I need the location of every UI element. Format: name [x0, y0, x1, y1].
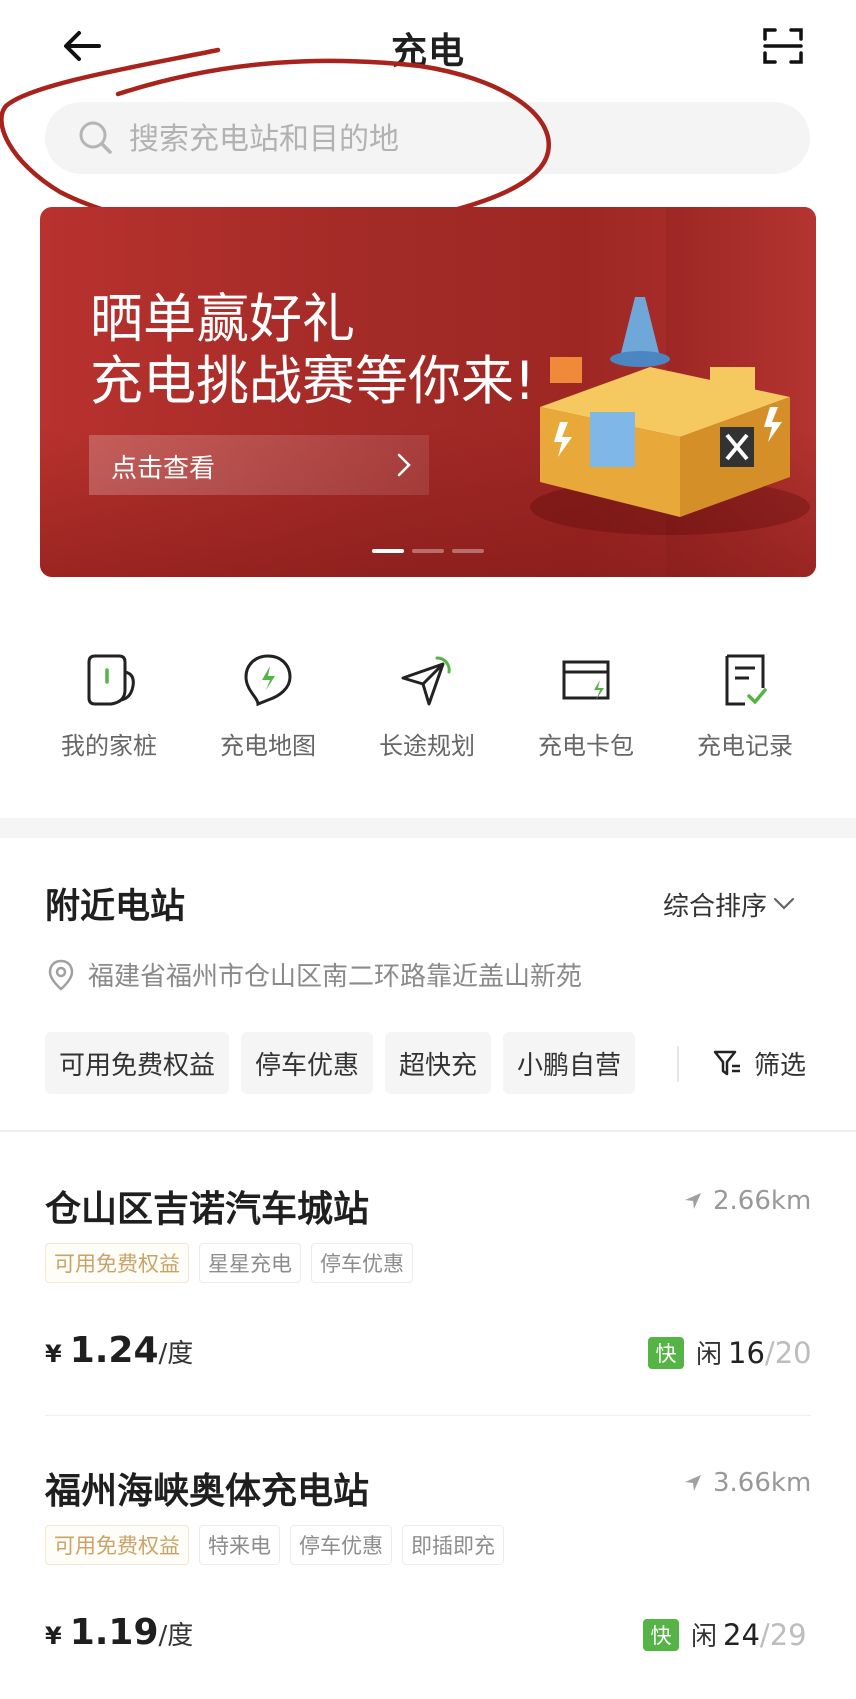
home-charger-icon	[87, 654, 135, 706]
station-tag: 停车优惠	[311, 1243, 413, 1283]
nearby-section-title: 附近电站	[45, 887, 186, 927]
shortcut-charge-record[interactable]: 充电记录	[675, 650, 815, 770]
price-currency: ¥	[45, 1622, 62, 1650]
shortcut-label: 长途规划	[379, 732, 475, 760]
sort-label: 综合排序	[663, 891, 768, 922]
banner-pagination	[372, 549, 484, 553]
banner-view-button[interactable]: 点击查看	[89, 435, 429, 495]
page-title: 充电	[390, 31, 465, 72]
price-value: 1.24	[69, 1330, 159, 1371]
station-tag: 可用免费权益	[45, 1525, 189, 1565]
sort-dropdown[interactable]: 综合排序	[663, 884, 795, 924]
station-tag: 停车优惠	[290, 1525, 392, 1565]
filter-button[interactable]: 筛选	[712, 1040, 806, 1086]
station-name[interactable]: 仓山区吉诺汽车城站	[45, 1180, 369, 1232]
station-availability: 快 闲 24 / 29	[643, 1616, 807, 1653]
banner-view-label: 点击查看	[111, 454, 216, 484]
station-tags: 可用免费权益 星星充电 停车优惠	[45, 1243, 413, 1283]
station-tag: 星星充电	[199, 1243, 301, 1283]
count-separator: /	[764, 1335, 775, 1370]
card-divider	[45, 1415, 811, 1416]
charging-map-icon	[244, 654, 292, 707]
station-tag: 特来电	[199, 1525, 280, 1565]
chip-xpeng-owned[interactable]: 小鹏自营	[503, 1032, 636, 1094]
price-value: 1.19	[69, 1612, 159, 1653]
station-distance: 2.66km	[683, 1186, 811, 1216]
chevron-down-icon	[773, 897, 795, 910]
promo-banner[interactable]: 晒单赢好礼 充电挑战赛等你来! 点击查看	[40, 207, 816, 577]
section-hr	[0, 1130, 856, 1132]
pagination-dot	[412, 549, 444, 553]
idle-label: 闲	[691, 1622, 718, 1652]
station-price: ¥ 1.24 /度	[45, 1330, 193, 1371]
fast-charge-badge: 快	[643, 1618, 679, 1651]
available-count: 16	[728, 1335, 765, 1370]
shortcut-home-charger[interactable]: 我的家桩	[39, 650, 179, 770]
count-separator: /	[759, 1617, 770, 1652]
filter-chip-row: 可用免费权益 停车优惠 超快充 小鹏自营	[45, 1032, 636, 1094]
shortcut-label: 充电卡包	[538, 732, 634, 760]
chip-separator	[677, 1046, 679, 1082]
location-pin-icon	[48, 959, 74, 991]
chevron-right-icon	[397, 453, 411, 477]
location-text: 福建省福州市仓山区南二环路靠近盖山新苑	[88, 962, 583, 992]
shortcut-label: 充电地图	[220, 732, 316, 760]
price-currency: ¥	[45, 1340, 62, 1368]
station-distance: 3.66km	[683, 1468, 811, 1498]
available-count: 24	[723, 1617, 760, 1652]
pagination-dot	[452, 549, 484, 553]
shortcut-label: 我的家桩	[61, 732, 157, 760]
station-name[interactable]: 福州海峡奥体充电站	[45, 1462, 369, 1514]
charge-record-icon	[725, 654, 767, 706]
station-tags: 可用免费权益 特来电 停车优惠 即插即充	[45, 1525, 504, 1565]
shortcut-label: 充电记录	[697, 732, 793, 760]
fast-charge-badge: 快	[648, 1336, 684, 1369]
search-input[interactable]	[127, 114, 771, 164]
current-location[interactable]: 福建省福州市仓山区南二环路靠近盖山新苑	[48, 956, 582, 993]
distance-text: 3.66km	[713, 1468, 812, 1498]
search-icon	[79, 121, 112, 154]
chip-super-fast[interactable]: 超快充	[385, 1032, 492, 1094]
filter-label: 筛选	[754, 1050, 807, 1081]
shortcut-card-wallet[interactable]: 充电卡包	[516, 650, 656, 770]
price-unit: /度	[158, 1339, 194, 1369]
chip-parking-discount[interactable]: 停车优惠	[241, 1032, 374, 1094]
price-unit: /度	[158, 1621, 194, 1651]
idle-label: 闲	[696, 1340, 723, 1370]
station-tag: 可用免费权益	[45, 1243, 189, 1283]
card-wallet-icon	[562, 660, 610, 700]
gift-cube-illustration	[530, 297, 810, 535]
station-price: ¥ 1.19 /度	[45, 1612, 193, 1653]
station-tag: 即插即充	[402, 1525, 504, 1565]
section-divider	[0, 818, 856, 838]
shortcut-route-plan[interactable]: 长途规划	[357, 650, 497, 770]
banner-headline-1: 晒单赢好礼	[90, 289, 355, 350]
navigate-arrow-icon	[685, 1475, 701, 1491]
navigate-arrow-icon	[685, 1193, 701, 1209]
shortcut-charging-map[interactable]: 充电地图	[198, 650, 338, 770]
filter-icon	[713, 1050, 740, 1076]
pagination-dot	[372, 549, 404, 553]
scan-icon	[763, 28, 803, 64]
chip-free-benefits[interactable]: 可用免费权益	[45, 1032, 230, 1094]
scan-button[interactable]	[752, 18, 814, 74]
total-count: 20	[774, 1335, 812, 1370]
total-count: 29	[769, 1617, 807, 1652]
distance-text: 2.66km	[713, 1186, 812, 1216]
banner-headline-2: 充电挑战赛等你来!	[90, 351, 536, 412]
search-bar[interactable]	[45, 102, 810, 174]
station-availability: 快 闲 16 / 20	[648, 1334, 812, 1371]
route-plan-icon	[401, 656, 451, 706]
